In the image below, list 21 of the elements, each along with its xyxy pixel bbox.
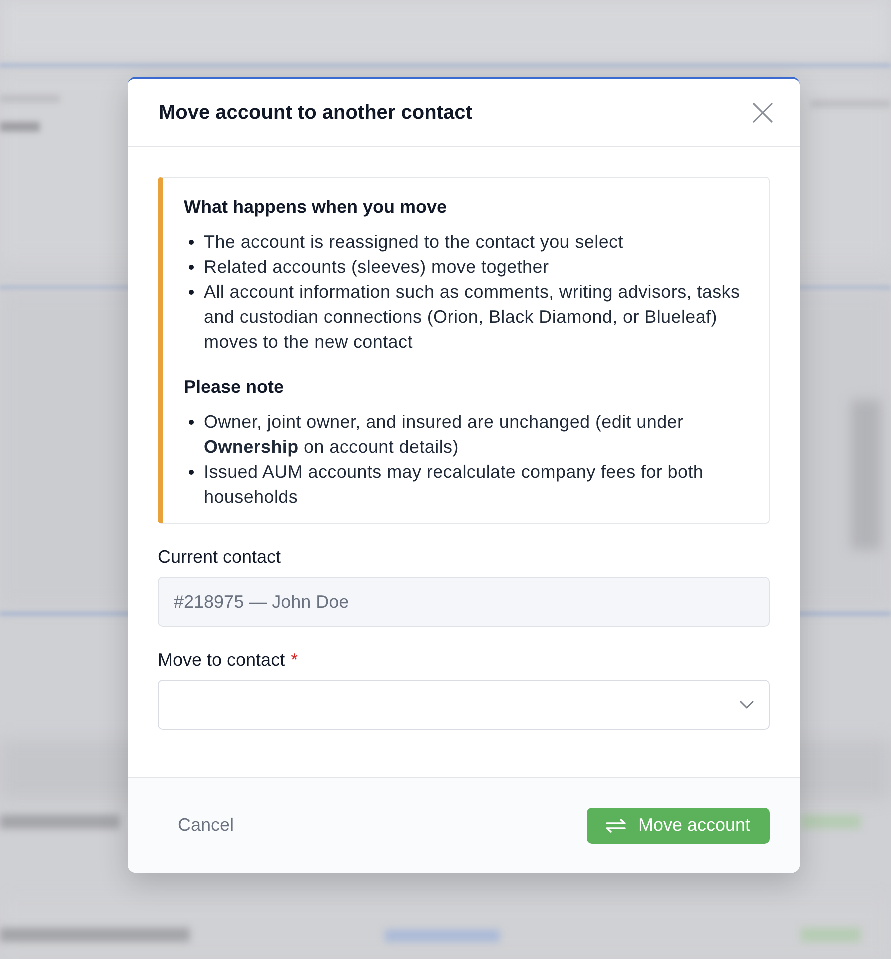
field-label: Current contact [158, 546, 282, 568]
chevron-down-icon [740, 701, 754, 709]
move-account-button[interactable]: Move account [587, 808, 770, 844]
notice-heading: What happens when you move [184, 196, 448, 219]
bullet-icon [189, 420, 194, 425]
bullet-icon [189, 290, 194, 295]
notice-item: Owner, joint owner, and insured are unchanged (edit under Ownership on account details) [204, 411, 685, 459]
notice-item: The account is reassigned to the contact you select [204, 231, 624, 254]
cancel-button[interactable]: Cancel [158, 808, 254, 844]
bullet-icon [189, 265, 194, 270]
close-button[interactable] [751, 100, 775, 124]
dialog-title: Move account to another contact [159, 100, 472, 126]
required-asterisk: * [291, 649, 298, 671]
close-icon [753, 102, 773, 122]
bullet-icon [189, 470, 194, 475]
notice-item: Related accounts (sleeves) move together [204, 256, 550, 279]
notice-item: All account information such as comments, writing advisors, tasks and custodian connections (Orion, Black Diamond, or Blueleaf) moves to the new contact [204, 281, 742, 354]
field-label: Move to contact [158, 649, 286, 671]
bullet-icon [189, 240, 194, 245]
notice-heading: Please note [184, 376, 286, 399]
notice-item: Issued AUM accounts may recalculate company fees for both households [204, 461, 705, 509]
